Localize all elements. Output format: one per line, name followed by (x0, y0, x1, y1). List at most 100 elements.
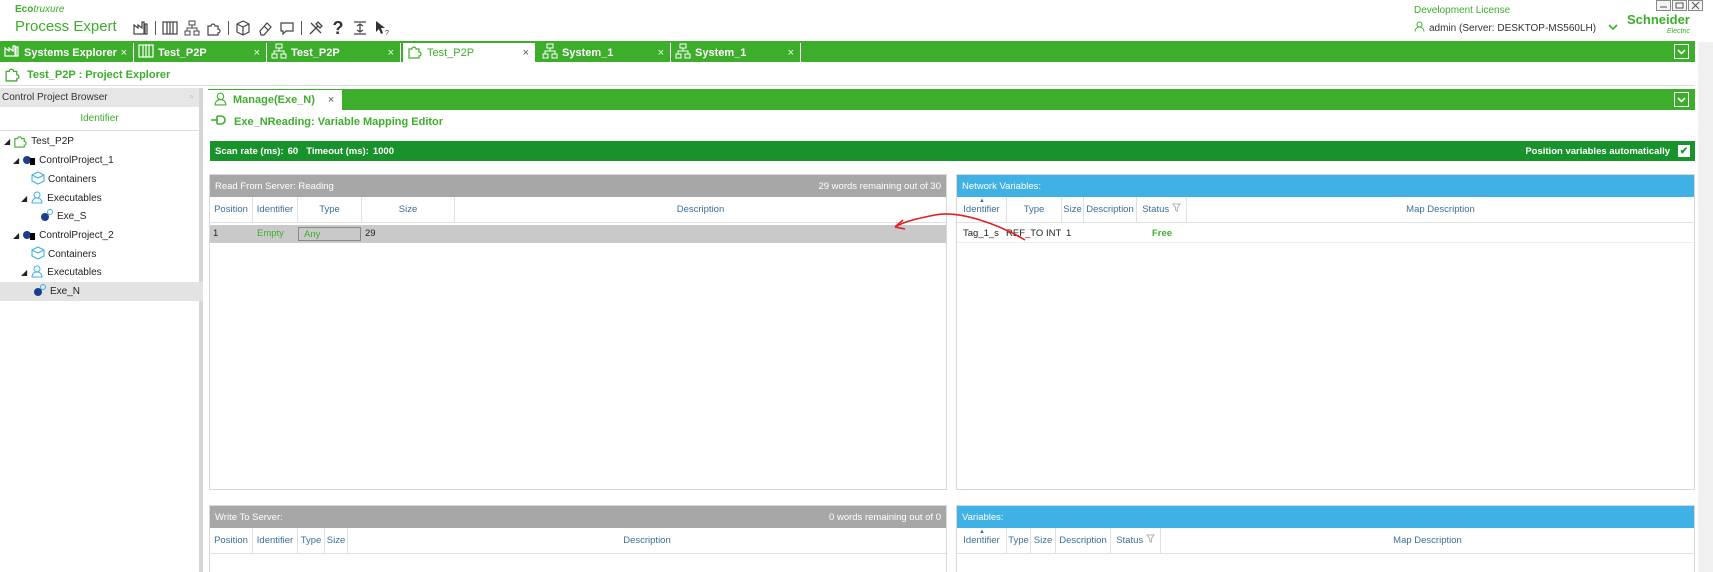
read-from-server-panel: Read From Server: Reading 29 words remai… (209, 174, 947, 490)
tab-close-icon[interactable]: × (328, 94, 334, 106)
tree-item-exe-s[interactable]: Exe_S (40, 207, 86, 226)
tab-close-icon[interactable]: × (658, 47, 664, 59)
tree-item-test-p2p[interactable]: ◢ Test_P2P (4, 132, 74, 151)
tree-item-executables-1[interactable]: ◢ Executables (21, 189, 102, 208)
column-status[interactable]: Status (1137, 197, 1187, 223)
tree-label: Exe_S (57, 211, 87, 222)
library-icon (138, 44, 154, 61)
write-panel-remaining: 0 words remaining out of 0 (829, 511, 941, 523)
tab-close-icon[interactable]: × (388, 47, 394, 59)
tab-close-icon[interactable]: × (788, 47, 794, 59)
column-size[interactable]: Size (1031, 528, 1056, 554)
tab-label: Test_P2P (158, 46, 207, 59)
scan-settings-bar: Scan rate (ms): 60 Timeout (ms): 1000 Po… (210, 141, 1695, 161)
tree-item-exe-n[interactable]: Exe_N (33, 282, 80, 301)
network-icon[interactable] (184, 20, 200, 36)
timeout-value[interactable]: 1000 (373, 146, 394, 157)
tree-item-controlproject-2[interactable]: ◢ ControlProject_2 (13, 226, 114, 245)
read-panel-remaining: 29 words remaining out of 30 (818, 180, 941, 192)
column-description[interactable]: Description (348, 528, 946, 554)
tree-label: Test_P2P (31, 136, 74, 147)
cell-identifier[interactable]: Empty (257, 225, 284, 243)
tab-test-p2p-1[interactable]: Test_P2P × (134, 43, 267, 62)
pointer-help-icon[interactable]: ? (374, 20, 390, 36)
puzzle-icon[interactable] (206, 20, 222, 36)
browser-title: Control Project Browser ▫ (0, 88, 199, 107)
tree-item-executables-2[interactable]: ◢ Executables (21, 263, 102, 282)
tab-system-1-b[interactable]: System_1 × (671, 43, 801, 62)
tab-close-icon[interactable]: × (254, 47, 260, 59)
column-type[interactable]: Type (1007, 528, 1031, 554)
drag-mapping-arrow (894, 213, 1026, 241)
cell-status: Free (1152, 228, 1173, 239)
column-map-description[interactable]: Map Description (1161, 528, 1694, 554)
column-size[interactable]: Size (362, 197, 455, 223)
filter-icon[interactable] (1145, 534, 1155, 546)
column-size[interactable]: Size (325, 528, 348, 554)
variables-panel: Variables: ▲ Identifier Type Size Descri… (956, 505, 1695, 572)
tab-close-icon[interactable]: × (523, 47, 529, 59)
scan-rate-value[interactable]: 60 (288, 146, 299, 157)
collapse-triangle-icon[interactable]: ◢ (13, 231, 19, 240)
column-description[interactable]: Description (455, 197, 946, 223)
column-type[interactable]: Type (298, 197, 362, 223)
tree-item-containers-2[interactable]: Containers (31, 245, 96, 264)
executable-icon (33, 283, 47, 300)
help-icon[interactable]: ? (330, 18, 346, 38)
tree-item-controlproject-1[interactable]: ◢ ControlProject_1 (13, 151, 114, 170)
column-identifier[interactable]: Identifier (253, 197, 298, 223)
pin-icon[interactable]: ▫ (189, 88, 193, 107)
column-identifier[interactable]: ▲ Identifier (957, 528, 1007, 554)
tab-close-icon[interactable]: × (121, 47, 127, 59)
editor-tab-bar (208, 89, 1695, 110)
table-row[interactable]: 1 Empty Any 29 (210, 225, 946, 243)
column-description[interactable]: Description (1084, 197, 1137, 223)
column-status[interactable]: Status (1111, 528, 1161, 554)
column-type[interactable]: Type (298, 528, 325, 554)
library-icon[interactable] (162, 20, 178, 36)
write-panel-header: Write To Server: 0 words remaining out o… (210, 506, 946, 528)
collapse-triangle-icon[interactable]: ◢ (21, 194, 27, 203)
eraser-icon[interactable] (257, 20, 273, 36)
variables-panel-columns: ▲ Identifier Type Size Description Statu… (957, 528, 1694, 554)
window-scrollbar[interactable] (1698, 42, 1713, 572)
read-panel-title: Read From Server: Reading (215, 180, 334, 192)
collapse-triangle-icon[interactable]: ◢ (4, 137, 10, 146)
tools-icon[interactable] (308, 20, 324, 36)
collapse-triangle-icon[interactable]: ◢ (13, 156, 19, 165)
chat-icon[interactable] (279, 20, 295, 36)
maximize-button[interactable] (1672, 0, 1687, 11)
minimize-button[interactable] (1656, 0, 1671, 11)
tab-test-p2p-2[interactable]: Test_P2P × (267, 43, 401, 62)
user-icon (1414, 21, 1425, 35)
tree-label: Executables (47, 193, 102, 204)
tab-manage-exe-n[interactable]: Manage(Exe_N) × (208, 90, 342, 110)
tree-item-containers-1[interactable]: Containers (31, 170, 96, 189)
tab-test-p2p-3[interactable]: Test_P2P × (403, 43, 535, 62)
auto-position-toggle[interactable]: Position variables automatically ✔ (1525, 145, 1695, 157)
chevron-down-icon (1677, 96, 1686, 103)
column-identifier[interactable]: Identifier (253, 528, 298, 554)
tabs-overflow-button[interactable] (1674, 44, 1689, 59)
column-position[interactable]: Position (210, 528, 253, 554)
collapse-triangle-icon[interactable]: ◢ (21, 268, 27, 277)
table-row[interactable]: Tag_1_s REF_TO INT 1 Free (957, 225, 1694, 243)
column-position[interactable]: Position (210, 197, 253, 223)
browser-column-identifier[interactable]: Identifier (0, 107, 199, 131)
close-window-button[interactable] (1688, 0, 1703, 11)
factory-icon[interactable] (133, 20, 149, 36)
user-menu[interactable]: admin (Server: DESKTOP-MS560LH) (1414, 21, 1618, 35)
tab-system-1-a[interactable]: System_1 × (538, 43, 671, 62)
cell-size: 29 (365, 228, 376, 239)
column-map-description[interactable]: Map Description (1187, 197, 1694, 223)
column-description[interactable]: Description (1056, 528, 1111, 554)
cube-icon[interactable] (235, 20, 251, 36)
editor-overflow-button[interactable] (1674, 92, 1689, 107)
filter-icon[interactable] (1171, 203, 1181, 215)
import-export-icon[interactable] (352, 20, 368, 36)
column-size[interactable]: Size (1062, 197, 1084, 223)
auto-position-checkbox[interactable]: ✔ (1678, 145, 1690, 157)
sort-up-icon: ▲ (979, 529, 985, 535)
cell-type[interactable]: Any (298, 227, 361, 241)
tab-systems-explorer[interactable]: Systems Explorer × (0, 43, 134, 62)
